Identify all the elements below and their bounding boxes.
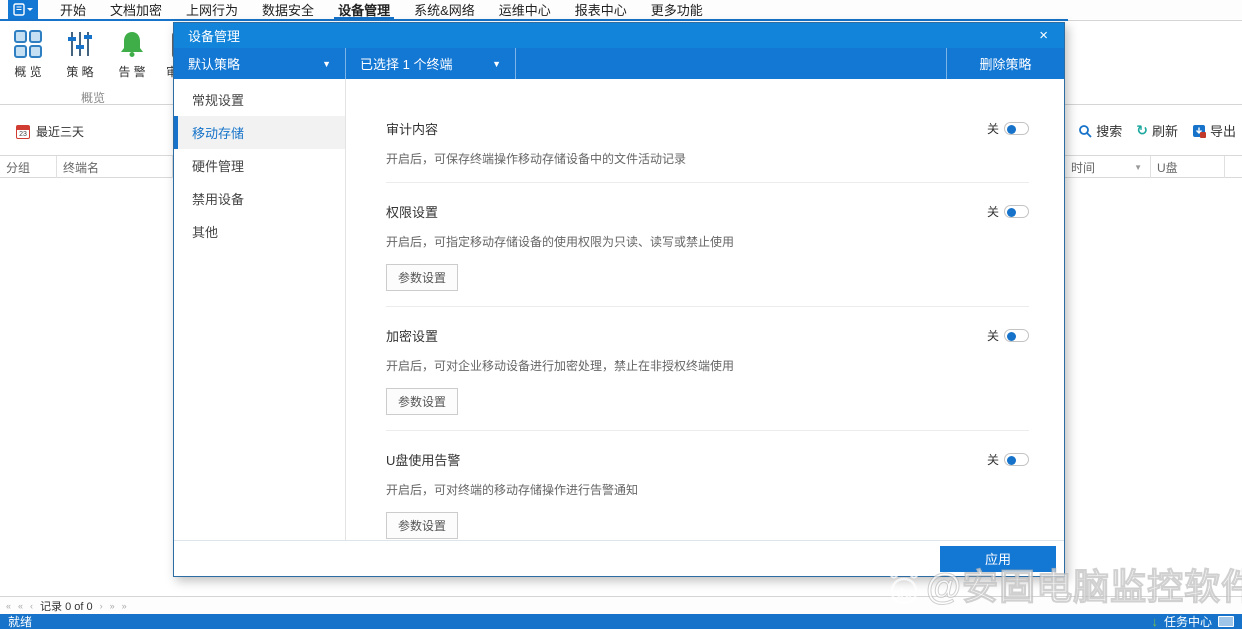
audit-content-description: 开启后，可保存终端操作移动存储设备中的文件活动记录 xyxy=(386,152,687,166)
column-header-time[interactable]: 时间 ▼ xyxy=(1065,156,1151,178)
record-navigator: « « ‹ 记录 0 of 0 › » » xyxy=(0,596,1242,614)
search-label: 搜索 xyxy=(1096,124,1123,139)
apply-button[interactable]: 应用 xyxy=(940,545,1056,572)
encryption-params-button[interactable]: 参数设置 xyxy=(386,388,459,415)
task-center-button[interactable]: 任务中心 xyxy=(1164,613,1212,630)
app-menu-caret-icon xyxy=(27,8,33,11)
column-header-group[interactable]: 分组 xyxy=(0,156,57,178)
tab-doc-encryption[interactable]: 文档加密 xyxy=(98,0,174,19)
dialog-footer: 应用 xyxy=(174,540,1064,576)
usb-alert-params-button[interactable]: 参数设置 xyxy=(386,512,459,539)
dialog-toolbar: 默认策略 ▼ 已选择 1 个终端 ▼ 删除策略 xyxy=(174,48,1064,79)
search-icon xyxy=(1079,124,1092,138)
usb-alert-description: 开启后，可对终端的移动存储操作进行告警通知 xyxy=(386,483,639,497)
audit-content-toggle[interactable]: 关 xyxy=(987,120,1029,137)
toggle-switch-off xyxy=(1004,329,1029,342)
tab-data-security[interactable]: 数据安全 xyxy=(250,0,326,19)
export-button[interactable]: 导出 xyxy=(1192,121,1236,140)
sidebar-item-other[interactable]: 其他 xyxy=(174,215,345,248)
permission-settings-toggle[interactable]: 关 xyxy=(987,203,1029,220)
tab-more-features[interactable]: 更多功能 xyxy=(639,0,715,19)
overview-grid-icon xyxy=(14,30,42,58)
prev-fast-button[interactable]: « xyxy=(18,601,23,611)
dialog-title-bar: 设备管理 × xyxy=(174,23,1064,48)
ribbon-tabs: 开始 文档加密 上网行为 数据安全 设备管理 系统&网络 运维中心 报表中心 更… xyxy=(48,0,715,19)
first-page-button[interactable]: « xyxy=(6,601,11,611)
chevron-down-icon: ▼ xyxy=(492,58,501,69)
last-page-button[interactable]: » xyxy=(122,601,127,611)
calendar-icon: 23 xyxy=(16,124,30,139)
search-button[interactable]: 搜索 xyxy=(1078,121,1122,140)
toggle-switch-off xyxy=(1004,122,1029,135)
column-header-terminal-name[interactable]: 终端名 xyxy=(57,156,173,178)
status-bar: 就绪 ↓ 任务中心 xyxy=(0,614,1242,629)
dialog-content: 审计内容 关 开启后，可保存终端操作移动存储设备中的文件活动记录 权限设置 关 xyxy=(346,79,1064,540)
toggle-switch-off xyxy=(1004,453,1029,466)
export-icon xyxy=(1192,124,1206,138)
sidebar-item-general-settings[interactable]: 常规设置 xyxy=(174,83,345,116)
application-window: 开始 文档加密 上网行为 数据安全 设备管理 系统&网络 运维中心 报表中心 更… xyxy=(0,0,1242,629)
usb-alert-section: U盘使用告警 关 开启后，可对终端的移动存储操作进行告警通知 参数设置 xyxy=(386,431,1029,540)
toggle-switch-off xyxy=(1004,205,1029,218)
audit-content-section: 审计内容 关 开启后，可保存终端操作移动存储设备中的文件活动记录 xyxy=(386,79,1029,183)
prev-page-button[interactable]: ‹ xyxy=(30,601,33,611)
next-page-button[interactable]: › xyxy=(100,601,103,611)
encryption-settings-title: 加密设置 xyxy=(386,329,439,344)
column-header-usb[interactable]: U盘 xyxy=(1151,156,1225,178)
tab-web-behavior[interactable]: 上网行为 xyxy=(174,0,250,19)
export-label: 导出 xyxy=(1209,124,1236,139)
ribbon-group-label: 概览 xyxy=(80,91,105,105)
policy-button[interactable]: 策 略 xyxy=(58,25,102,80)
refresh-button[interactable]: ↻ 刷新 xyxy=(1136,121,1178,140)
audit-content-title: 审计内容 xyxy=(386,122,439,137)
tab-report-center[interactable]: 报表中心 xyxy=(563,0,639,19)
app-menu-icon xyxy=(13,3,25,16)
close-icon[interactable]: × xyxy=(1037,28,1050,43)
encryption-settings-section: 加密设置 关 开启后，可对企业移动设备进行加密处理，禁止在非授权终端使用 参数设… xyxy=(386,307,1029,431)
overview-label: 概 览 xyxy=(14,65,42,79)
monitor-icon[interactable] xyxy=(1218,616,1234,627)
sidebar-item-disabled-devices[interactable]: 禁用设备 xyxy=(174,182,345,215)
sidebar-item-removable-storage[interactable]: 移动存储 xyxy=(174,116,345,149)
permission-settings-section: 权限设置 关 开启后，可指定移动存储设备的使用权限为只读、读写或禁止使用 参数设… xyxy=(386,183,1029,307)
delete-policy-button[interactable]: 删除策略 xyxy=(946,48,1064,79)
encryption-settings-description: 开启后，可对企业移动设备进行加密处理，禁止在非授权终端使用 xyxy=(386,359,735,373)
encryption-settings-toggle[interactable]: 关 xyxy=(987,327,1029,344)
download-arrow-icon: ↓ xyxy=(1151,614,1158,629)
permission-settings-title: 权限设置 xyxy=(386,205,439,220)
sidebar-item-hardware-management[interactable]: 硬件管理 xyxy=(174,149,345,182)
status-ready-label: 就绪 xyxy=(8,615,33,629)
permission-params-button[interactable]: 参数设置 xyxy=(386,264,459,291)
tab-device-management[interactable]: 设备管理 xyxy=(326,0,402,19)
tab-start[interactable]: 开始 xyxy=(48,0,98,19)
policy-dropdown[interactable]: 默认策略 ▼ xyxy=(174,48,346,79)
tab-system-network[interactable]: 系统&网络 xyxy=(402,0,487,19)
record-count-label: 记录 0 of 0 xyxy=(40,600,93,613)
next-fast-button[interactable]: » xyxy=(110,601,115,611)
device-management-dialog: 设备管理 × 默认策略 ▼ 已选择 1 个终端 ▼ 删除策略 常规设置 移动存储… xyxy=(173,22,1065,577)
date-range-filter[interactable]: 23 最近三天 xyxy=(16,123,84,140)
date-range-label: 最近三天 xyxy=(36,125,85,139)
chevron-down-icon: ▼ xyxy=(322,58,331,69)
alert-button[interactable]: 告 警 xyxy=(110,25,154,80)
app-menu-button[interactable] xyxy=(8,0,38,19)
refresh-label: 刷新 xyxy=(1151,124,1178,139)
terminal-dropdown[interactable]: 已选择 1 个终端 ▼ xyxy=(346,48,516,79)
usb-alert-toggle[interactable]: 关 xyxy=(987,451,1029,468)
dialog-body: 常规设置 移动存储 硬件管理 禁用设备 其他 审计内容 关 开启后，可保存终端操… xyxy=(174,79,1064,540)
permission-settings-description: 开启后，可指定移动存储设备的使用权限为只读、读写或禁止使用 xyxy=(386,235,735,249)
dialog-title: 设备管理 xyxy=(188,29,241,44)
usb-alert-title: U盘使用告警 xyxy=(386,453,461,468)
policy-sliders-icon xyxy=(68,32,92,56)
tab-ops-center[interactable]: 运维中心 xyxy=(487,0,563,19)
policy-label: 策 略 xyxy=(66,65,94,79)
dialog-sidebar: 常规设置 移动存储 硬件管理 禁用设备 其他 xyxy=(174,79,346,540)
overview-button[interactable]: 概 览 xyxy=(6,25,50,80)
alert-bell-icon xyxy=(121,32,143,57)
refresh-icon: ↻ xyxy=(1136,122,1148,138)
menu-bar: 开始 文档加密 上网行为 数据安全 设备管理 系统&网络 运维中心 报表中心 更… xyxy=(0,0,1242,19)
alert-label: 告 警 xyxy=(118,65,146,79)
filter-dropdown-icon[interactable]: ▼ xyxy=(1134,163,1142,172)
